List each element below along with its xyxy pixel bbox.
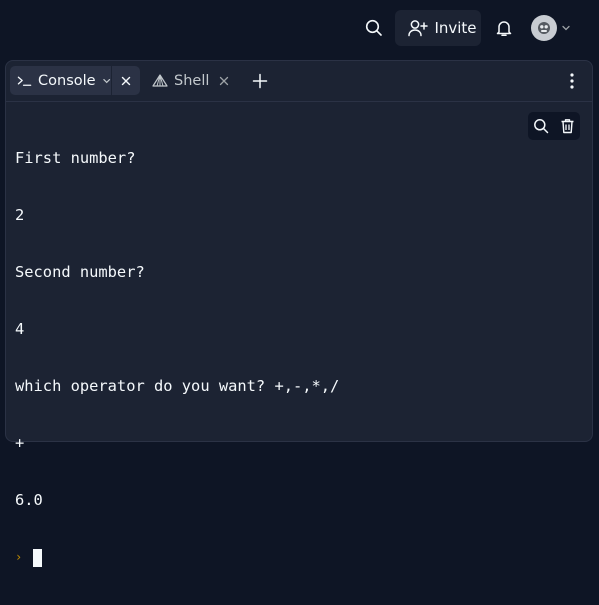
console-input-line[interactable]: › [15, 548, 575, 567]
tab-console-label: Console [38, 72, 96, 89]
top-bar: Invite [0, 0, 599, 58]
more-options-button[interactable] [562, 69, 582, 93]
tab-shell-close-button[interactable] [219, 76, 229, 86]
search-icon [534, 119, 549, 134]
add-tab-button[interactable] [248, 69, 272, 93]
close-icon [220, 76, 229, 85]
notifications-button[interactable] [490, 14, 518, 42]
console-pane: Console Shell First number? 2 Second num… [5, 60, 593, 567]
avatar-image-icon [538, 22, 550, 34]
tab-console[interactable]: Console [10, 66, 140, 95]
console-line: 6.0 [15, 491, 43, 509]
console-line: + [15, 434, 25, 452]
terminal-icon [17, 76, 32, 86]
account-menu[interactable] [528, 13, 574, 43]
console-search-button[interactable] [533, 118, 549, 134]
tab-console-main[interactable]: Console [10, 66, 112, 95]
console-line: which operator do you want? +,-,*,/ [15, 377, 340, 395]
console-line: First number? [15, 149, 136, 167]
bell-icon [496, 21, 512, 36]
text-cursor [33, 548, 42, 567]
invite-label: Invite [434, 19, 477, 37]
invite-button[interactable]: Invite [395, 10, 481, 46]
close-icon [121, 76, 130, 85]
console-line: 4 [15, 320, 25, 338]
console-output[interactable]: First number? 2 Second number? 4 which o… [15, 111, 575, 605]
tab-shell-label: Shell [174, 72, 210, 89]
console-toolbar [528, 112, 580, 140]
prompt-symbol: › [15, 550, 23, 564]
search-button[interactable] [360, 14, 388, 42]
shell-icon [152, 74, 168, 87]
add-user-icon [408, 20, 429, 37]
tab-shell-main[interactable]: Shell [146, 73, 209, 89]
tab-shell[interactable]: Shell [146, 66, 246, 95]
tab-console-close-button[interactable] [112, 66, 139, 95]
avatar [531, 15, 557, 41]
search-icon [365, 19, 382, 36]
trash-icon [561, 119, 574, 134]
chevron-down-icon[interactable] [102, 76, 111, 86]
tab-bar: Console Shell [6, 61, 592, 102]
plus-icon [252, 73, 268, 89]
console-line: 2 [15, 206, 25, 224]
chevron-down-icon [562, 25, 570, 31]
more-vertical-icon [570, 73, 574, 89]
console-line: Second number? [15, 263, 145, 281]
clear-console-button[interactable] [560, 118, 575, 134]
